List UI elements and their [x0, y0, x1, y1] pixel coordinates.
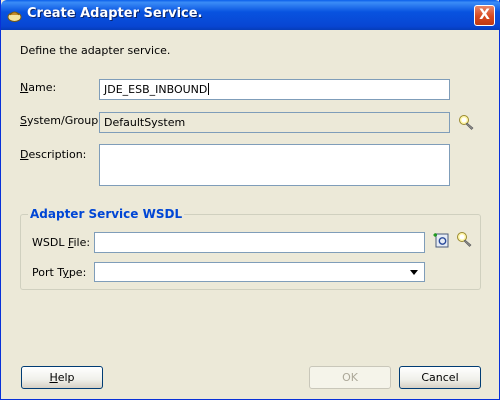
chevron-down-icon — [410, 270, 418, 275]
new-wsdl-icon[interactable] — [433, 231, 450, 248]
create-adapter-service-dialog: Create Adapter Service. X Define the ada… — [0, 0, 500, 400]
description-label: Description: — [20, 148, 87, 161]
ok-button[interactable]: OK — [309, 366, 391, 389]
help-button[interactable]: Help — [21, 366, 103, 389]
description-textarea[interactable] — [99, 144, 450, 186]
port-type-label: Port Type: — [32, 266, 87, 279]
name-label: Name: — [20, 81, 57, 94]
system-group-field: DefaultSystem — [99, 112, 450, 133]
port-type-select[interactable] — [94, 262, 425, 282]
window-title: Create Adapter Service. — [27, 6, 203, 21]
flashlight-icon[interactable] — [456, 231, 473, 248]
name-value: JDE_ESB_INBOUND — [104, 83, 208, 96]
name-input[interactable]: JDE_ESB_INBOUND — [99, 79, 450, 100]
flashlight-icon[interactable] — [458, 114, 475, 131]
intro-text: Define the adapter service. — [20, 44, 171, 57]
close-button[interactable]: X — [474, 5, 495, 26]
group-title: Adapter Service WSDL — [28, 207, 185, 221]
text-caret — [208, 83, 210, 95]
cancel-button[interactable]: Cancel — [399, 366, 481, 389]
adapter-icon — [7, 11, 22, 22]
system-group-value: DefaultSystem — [104, 116, 186, 129]
title-bar[interactable]: Create Adapter Service. X — [1, 0, 500, 30]
system-group-label: System/Group: — [20, 114, 102, 127]
wsdl-file-input[interactable] — [94, 232, 425, 253]
wsdl-file-label: WSDL File: — [32, 236, 91, 249]
